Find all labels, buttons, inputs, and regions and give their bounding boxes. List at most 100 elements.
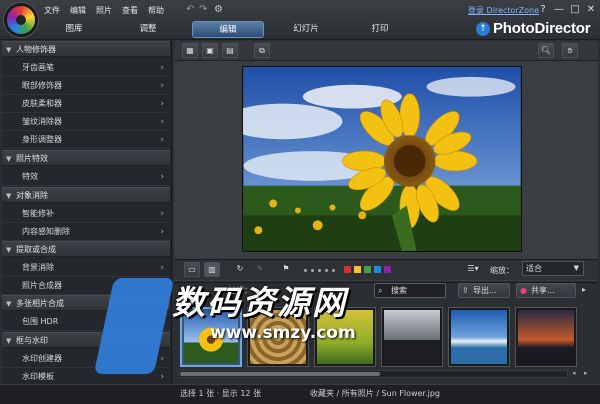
scrollbar-thumb[interactable] xyxy=(180,372,380,376)
menu-help[interactable]: 帮助 xyxy=(148,5,164,16)
split-view-icon[interactable]: ▥ xyxy=(204,262,220,277)
sort-dropdown-icon[interactable]: ☰▾ xyxy=(462,262,484,277)
tool-wrinkle-remover[interactable]: 皱纹消除器 › xyxy=(2,113,170,131)
menu-view[interactable]: 查看 xyxy=(122,5,138,16)
thumbnail-city-night[interactable] xyxy=(381,307,443,367)
chevron-right-icon: › xyxy=(160,227,164,237)
color-label-yellow[interactable] xyxy=(354,266,361,273)
login-directorzone-link[interactable]: 登录 DirectorZone xyxy=(468,5,539,16)
color-label-red[interactable] xyxy=(344,266,351,273)
tool-label: 皱纹消除器 xyxy=(22,117,62,126)
zoom-magnifier-icon[interactable]: 🔍︎ xyxy=(538,43,554,58)
chevron-right-icon: › xyxy=(160,354,164,364)
category-portrait[interactable]: ▼ 人物修饰器 xyxy=(2,41,170,57)
tab-slideshow[interactable]: 幻灯片 xyxy=(276,21,336,38)
tool-eye-enhancer[interactable]: 眼部修饰器 › xyxy=(2,77,170,95)
tool-teeth-brush[interactable]: 牙齿画笔 › xyxy=(2,59,170,77)
collapse-triangle-icon: ▼ xyxy=(6,337,12,345)
grid-view-icon[interactable]: ▦ xyxy=(182,43,198,58)
tool-body-shaper[interactable]: 身形调整器 › xyxy=(2,131,170,149)
scroll-left-icon[interactable]: ◂ xyxy=(572,369,576,377)
help-button[interactable]: ? xyxy=(536,4,550,16)
collapse-triangle-icon: ▼ xyxy=(6,192,12,200)
tool-label: 智能修补 xyxy=(22,209,54,218)
zoom-label: 缩放： xyxy=(490,266,514,275)
thumbnail-harbor[interactable] xyxy=(448,307,510,367)
tool-content-aware-removal[interactable]: 内容感知删除 › xyxy=(2,223,170,241)
rating-dot-1[interactable] xyxy=(304,269,307,272)
maximize-button[interactable]: □ xyxy=(568,4,582,16)
menu-edit[interactable]: 编辑 xyxy=(70,5,86,16)
tab-adjust[interactable]: 调整 xyxy=(118,21,178,38)
viewer-toolbar: ▦ ▣ ▤ ⧉ 🔍︎ ✋︎ xyxy=(174,41,598,61)
compare-view-icon[interactable]: ▤ xyxy=(222,43,238,58)
rating-dot-2[interactable] xyxy=(311,269,314,272)
single-view-icon[interactable]: ▣ xyxy=(202,43,218,58)
category-photo-effects[interactable]: ▼ 照片特效 xyxy=(2,150,170,166)
tab-library[interactable]: 图库 xyxy=(44,21,104,38)
color-label-blue[interactable] xyxy=(374,266,381,273)
collapse-triangle-icon: ▼ xyxy=(6,246,12,254)
share-button[interactable]: ● 共享... xyxy=(516,283,576,298)
tool-label: 照片合成器 xyxy=(22,281,62,290)
collapse-triangle-icon: ▼ xyxy=(6,300,12,308)
export-icon: ⇪ xyxy=(462,286,469,295)
minimize-button[interactable]: — xyxy=(552,4,566,16)
thumbnail-image xyxy=(451,310,507,364)
category-label: 照片特效 xyxy=(16,154,48,163)
single-photo-view-icon[interactable]: ▭ xyxy=(184,262,200,277)
thumbnail-image xyxy=(384,310,440,364)
menu-photo[interactable]: 照片 xyxy=(96,5,112,16)
category-extract-compose[interactable]: ▼ 提取或合成 xyxy=(2,241,170,257)
tool-smart-patch[interactable]: 智能修补 › xyxy=(2,205,170,223)
tool-skin-smoother[interactable]: 皮肤柔和器 › xyxy=(2,95,170,113)
category-label: 提取或合成 xyxy=(16,245,56,254)
watermark-url: www.smzy.com xyxy=(210,323,356,343)
color-label-green[interactable] xyxy=(364,266,371,273)
thumbnail-sunset[interactable] xyxy=(515,307,577,367)
color-label-purple[interactable] xyxy=(384,266,391,273)
selection-status: 选择 1 张 · 显示 12 张 xyxy=(180,389,262,398)
tab-print[interactable]: 打印 xyxy=(350,21,410,38)
category-label: 对象消除 xyxy=(16,191,48,200)
external-monitor-icon[interactable]: ⧉ xyxy=(254,43,270,58)
rotate-icon[interactable]: ↻ xyxy=(232,262,248,277)
eyedropper-icon[interactable]: ✎ xyxy=(252,262,268,277)
tool-background-removal[interactable]: 背景消除 › xyxy=(2,259,170,277)
export-button[interactable]: ⇪ 导出... xyxy=(458,283,510,298)
chevron-right-icon: › xyxy=(160,99,164,109)
rating-dot-4[interactable] xyxy=(325,269,328,272)
category-label: 人物修饰器 xyxy=(16,45,56,54)
rating-dot-5[interactable] xyxy=(332,269,335,272)
chevron-right-icon: › xyxy=(160,81,164,91)
tool-label: 皮肤柔和器 xyxy=(22,99,62,108)
search-input[interactable]: ⌕ 搜索 xyxy=(374,283,446,298)
category-label: 多张相片合成 xyxy=(16,299,64,308)
photo-path: 收藏夹 / 所有照片 / Sun Flower.jpg xyxy=(310,389,440,398)
category-label: 框与水印 xyxy=(16,336,48,345)
menu-file[interactable]: 文件 xyxy=(44,5,60,16)
redo-icon[interactable]: ↷ xyxy=(199,4,207,15)
rating-dot-3[interactable] xyxy=(318,269,321,272)
hand-pan-icon[interactable]: ✋︎ xyxy=(562,43,578,58)
zoom-select[interactable]: 适合 ▼ xyxy=(522,261,584,276)
search-placeholder: 搜索 xyxy=(391,286,407,295)
tool-label: 特效 xyxy=(22,172,38,181)
tool-label: 牙齿画笔 xyxy=(22,63,54,72)
status-bar: 选择 1 张 · 显示 12 张 收藏夹 / 所有照片 / Sun Flower… xyxy=(0,384,600,404)
scroll-right-icon[interactable]: ▸ xyxy=(584,369,588,377)
thumbnail-image xyxy=(518,310,574,364)
category-object-removal[interactable]: ▼ 对象消除 xyxy=(2,187,170,203)
sunflower-photo xyxy=(242,66,522,252)
app-logo-icon xyxy=(4,3,38,37)
undo-icon[interactable]: ↶ xyxy=(186,4,194,15)
tab-edit[interactable]: 编辑 xyxy=(192,21,264,38)
tool-label: 眼部修饰器 xyxy=(22,81,62,90)
flag-icon[interactable]: ⚑ xyxy=(278,262,294,277)
panel-expand-icon[interactable]: ▸ xyxy=(582,285,586,294)
tool-effects[interactable]: 特效 › xyxy=(2,168,170,186)
chevron-right-icon: › xyxy=(160,117,164,127)
share-icon: ● xyxy=(520,286,527,295)
settings-gear-icon[interactable]: ⚙ xyxy=(214,4,223,15)
close-button[interactable]: ✕ xyxy=(584,4,598,16)
